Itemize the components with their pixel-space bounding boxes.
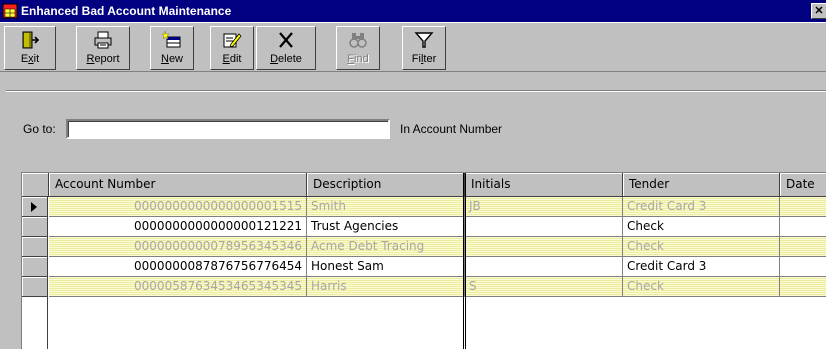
row-selector[interactable] xyxy=(22,277,48,297)
date-cell[interactable] xyxy=(780,197,826,217)
tender-cell[interactable]: Check xyxy=(623,217,780,237)
toolbar: Exit Report New Edit Delete Find Filter xyxy=(0,22,826,72)
table-row[interactable]: 0000000087876756776454 Honest Sam Credit… xyxy=(22,257,826,277)
column-header-initials[interactable]: Initials xyxy=(465,173,623,197)
report-button[interactable]: Report xyxy=(76,26,130,70)
initials-cell[interactable] xyxy=(465,257,623,277)
row-selector[interactable] xyxy=(22,217,48,237)
row-selector[interactable] xyxy=(22,237,48,257)
tender-cell[interactable]: Credit Card 3 xyxy=(623,197,780,217)
goto-label: Go to: xyxy=(23,122,56,136)
description-cell[interactable]: Trust Agencies xyxy=(307,217,465,237)
frozen-column-divider xyxy=(463,173,466,349)
account-number-cell[interactable]: 0000000000078956345346 xyxy=(49,237,307,257)
goto-field-hint: In Account Number xyxy=(400,122,503,136)
report-label: Report xyxy=(86,53,120,65)
row-selector[interactable] xyxy=(22,257,48,277)
current-row-arrow-icon xyxy=(31,202,37,212)
tender-cell[interactable]: Check xyxy=(623,237,780,257)
exit-door-icon xyxy=(5,30,55,50)
funnel-icon xyxy=(403,30,445,50)
main-panel: Go to: In Account Number Account Number … xyxy=(0,76,826,349)
initials-cell[interactable] xyxy=(465,217,623,237)
app-grid-icon xyxy=(2,3,18,19)
date-cell[interactable] xyxy=(780,237,826,257)
find-label: Find xyxy=(347,53,369,65)
account-number-cell[interactable]: 0000000000000000001515 xyxy=(49,197,307,217)
new-record-icon xyxy=(151,30,193,50)
table-row[interactable]: 0000000000000000001515 Smith JB Credit C… xyxy=(22,197,826,217)
delete-x-icon xyxy=(257,30,315,50)
close-button[interactable]: ✕ xyxy=(811,3,826,19)
find-button[interactable]: Find xyxy=(336,26,380,70)
row-selector-header xyxy=(22,173,49,197)
panel-divider xyxy=(6,90,826,92)
initials-cell[interactable]: JB xyxy=(465,197,623,217)
window-title: Enhanced Bad Account Maintenance xyxy=(21,4,232,18)
account-number-cell[interactable]: 0000000087876756776454 xyxy=(49,257,307,277)
goto-input[interactable] xyxy=(66,119,390,139)
delete-label: Delete xyxy=(270,53,302,65)
table-row[interactable]: 0000000000078956345346 Acme Debt Tracing… xyxy=(22,237,826,257)
exit-button[interactable]: Exit xyxy=(4,26,56,70)
column-header-description[interactable]: Description xyxy=(307,173,465,197)
column-header-date[interactable]: Date xyxy=(780,173,826,197)
grid-empty-area xyxy=(22,297,826,349)
initials-cell[interactable]: S xyxy=(465,277,623,297)
exit-label: Exit xyxy=(20,53,40,65)
description-cell[interactable]: Acme Debt Tracing xyxy=(307,237,465,257)
description-cell[interactable]: Honest Sam xyxy=(307,257,465,277)
account-number-cell[interactable]: 0000000000000000121221 xyxy=(49,217,307,237)
row-selector-empty xyxy=(22,297,48,349)
date-cell[interactable] xyxy=(780,217,826,237)
description-cell[interactable]: Harris xyxy=(307,277,465,297)
filter-button[interactable]: Filter xyxy=(402,26,446,70)
account-number-cell[interactable]: 0000058763453465345345 xyxy=(49,277,307,297)
app-window: Enhanced Bad Account Maintenance ✕ Exit xyxy=(0,0,826,349)
description-cell[interactable]: Smith xyxy=(307,197,465,217)
date-cell[interactable] xyxy=(780,277,826,297)
binoculars-icon xyxy=(337,30,379,50)
new-button[interactable]: New xyxy=(150,26,194,70)
date-cell[interactable] xyxy=(780,257,826,277)
table-row[interactable]: 0000000000000000121221 Trust Agencies Ch… xyxy=(22,217,826,237)
edit-button[interactable]: Edit xyxy=(210,26,254,70)
filter-label: Filter xyxy=(411,53,437,65)
grid-header: Account Number Description Initials Tend… xyxy=(22,173,826,197)
tender-cell[interactable]: Check xyxy=(623,277,780,297)
column-header-account-number[interactable]: Account Number xyxy=(49,173,307,197)
edit-label: Edit xyxy=(222,53,242,65)
row-selector[interactable] xyxy=(22,197,48,217)
title-bar[interactable]: Enhanced Bad Account Maintenance ✕ xyxy=(0,0,826,22)
column-header-tender[interactable]: Tender xyxy=(623,173,780,197)
edit-pencil-icon xyxy=(211,30,253,50)
table-row[interactable]: 0000058763453465345345 Harris S Check xyxy=(22,277,826,297)
tender-cell[interactable]: Credit Card 3 xyxy=(623,257,780,277)
printer-icon xyxy=(77,30,129,50)
accounts-grid[interactable]: Account Number Description Initials Tend… xyxy=(21,172,826,349)
new-label: New xyxy=(160,53,183,65)
initials-cell[interactable] xyxy=(465,237,623,257)
delete-button[interactable]: Delete xyxy=(256,26,316,70)
